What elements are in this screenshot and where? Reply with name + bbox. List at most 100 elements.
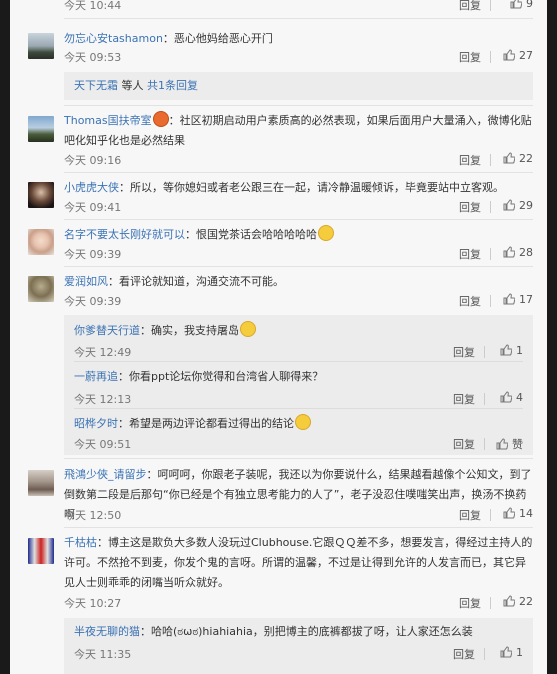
divider	[490, 509, 491, 521]
comment-time: 今天 10:44	[64, 0, 122, 12]
emoji-icon	[295, 414, 311, 430]
comment-text: ：所以，等你媳妇或者老公跟三在一起，请冷静温暖倾诉，毕竟要站中立客观。	[119, 181, 504, 194]
comment-user[interactable]: 天下无霜	[74, 79, 118, 92]
avatar[interactable]	[28, 116, 54, 142]
comment-item: 飛鴻少俠_请留步：呵呵呵，你跟老子装呢，我还以为你要说什么，结果越看越像个公知文…	[10, 464, 547, 526]
like-button[interactable]: 22	[495, 152, 533, 165]
comment-time: 今天 09:53	[64, 51, 122, 64]
comment-item: 千枯枯：博主这是欺负大多数人没玩过Clubhouse.它跟ＱＱ差不多，想要发言，…	[10, 532, 547, 674]
thumbs-up-icon	[503, 293, 515, 305]
comment-time: 今天 09:39	[64, 295, 122, 308]
avatar[interactable]	[28, 229, 54, 255]
divider	[490, 154, 491, 166]
avatar[interactable]	[28, 276, 54, 302]
divider	[64, 105, 533, 106]
comment-item: 勿忘心安tashamon：恶心他妈给恶心开门 今天 09:53 回复 27 天下…	[10, 28, 547, 104]
thumbs-up-icon	[500, 344, 512, 356]
reply-button[interactable]: 回复	[459, 0, 481, 13]
emoji-icon	[240, 321, 256, 337]
comment-item: 小虎虎大侠：所以，等你媳妇或者老公跟三在一起，请冷静温暖倾诉，毕竟要站中立客观。…	[10, 177, 547, 219]
reply-button[interactable]: 回复	[459, 595, 481, 611]
comment-user[interactable]: 千枯枯	[64, 536, 97, 549]
divider	[74, 361, 523, 362]
thumbs-up-icon	[500, 646, 512, 658]
reply-button[interactable]: 回复	[453, 344, 475, 360]
like-button[interactable]: 1	[485, 344, 523, 357]
comment-text: ：你看ppt论坛你觉得和台湾省人聊得来？	[118, 370, 324, 383]
reply-button[interactable]: 回复	[459, 246, 481, 262]
comment-time: 今天 10:27	[64, 597, 122, 610]
comment-time: 今天 12:50	[64, 509, 122, 522]
reply-button[interactable]: 回复	[453, 391, 475, 407]
divider	[490, 201, 491, 213]
divider	[490, 51, 491, 63]
avatar[interactable]	[28, 33, 54, 59]
divider	[64, 266, 533, 267]
reply-button[interactable]: 回复	[453, 436, 475, 452]
comment-user[interactable]: 半夜无聊的猫	[74, 625, 140, 638]
comment-item: 爱润如风：看评论就知道，沟通交流不可能。 今天 09:39 回复 17 你爹替天…	[10, 271, 547, 456]
reply-button[interactable]: 回复	[459, 293, 481, 309]
comment-user[interactable]: 爱润如风	[64, 275, 108, 288]
comment-user[interactable]: 你爹替天行道	[74, 324, 140, 337]
comment-user[interactable]: 飛鴻少俠_请留步	[64, 468, 147, 481]
comment-user[interactable]: 一蔚再追	[74, 370, 118, 383]
comment-user[interactable]: 昭桦夕时	[74, 417, 118, 430]
comment-time: 今天 09:41	[64, 201, 122, 214]
divider	[490, 295, 491, 307]
badge-icon	[152, 111, 169, 127]
divider	[64, 18, 533, 19]
divider	[64, 458, 533, 459]
avatar[interactable]	[28, 182, 54, 208]
reply-list: 半夜无聊的猫：哈哈(ಠωಠ)hiahiahia，别把博主的底裤都拔了呀，让人家还…	[64, 618, 533, 674]
thumbs-up-icon	[503, 595, 515, 607]
like-button[interactable]: 17	[495, 293, 533, 306]
divider	[490, 248, 491, 260]
like-button[interactable]: 22	[495, 595, 533, 608]
more-replies[interactable]: 天下无霜 等人 共1条回复	[64, 72, 533, 100]
comment-time: 今天 09:51	[74, 438, 132, 451]
like-button[interactable]: 14	[495, 507, 533, 520]
reply-button[interactable]: 回复	[459, 49, 481, 65]
comment-user[interactable]: 名字不要太长刚好就可以	[64, 228, 185, 241]
like-button[interactable]: 27	[495, 49, 533, 62]
like-button[interactable]: 29	[495, 199, 533, 212]
comment-text: ：确实，我支持屠岛	[140, 324, 239, 337]
comment-text: ：希望是两边评论都看过得出的结论	[118, 417, 294, 430]
comment-time: 今天 09:39	[64, 248, 122, 261]
comment-text: ：哈哈(ಠωಠ)hiahiahia，别把博主的底裤都拔了呀，让人家还怎么装	[140, 625, 473, 638]
thumbs-up-icon	[496, 438, 508, 450]
like-button[interactable]: 赞	[485, 436, 523, 452]
comment-item: 名字不要太长刚好就可以：恨国党茶话会哈哈哈哈哈 今天 09:39 回复 28	[10, 224, 547, 266]
comment-user[interactable]: 勿忘心安tashamon	[64, 32, 163, 45]
like-button[interactable]: 28	[495, 246, 533, 259]
divider	[64, 172, 533, 173]
thumbs-up-icon	[503, 152, 515, 164]
like-button[interactable]: 4	[485, 391, 523, 404]
divider	[490, 597, 491, 609]
comment-panel: 今天 10:44 回复 9 勿忘心安tashamon：恶心他妈给恶心开门 今天 …	[10, 0, 547, 674]
emoji-icon	[318, 225, 334, 241]
comment-text: ：看评论就知道，沟通交流不可能。	[108, 275, 284, 288]
comment-user[interactable]: Thomas国扶帝室	[64, 114, 152, 127]
reply-list: 你爹替天行道：确实，我支持屠岛 今天 12:49 回复 1 一蔚再追：你看ppt…	[64, 315, 533, 455]
reply-button[interactable]: 回复	[459, 199, 481, 215]
thumbs-up-icon	[503, 49, 515, 61]
comment-user[interactable]: 小虎虎大侠	[64, 181, 119, 194]
comment-time: 今天 12:13	[74, 393, 132, 406]
like-button[interactable]: 1	[485, 646, 523, 659]
comment-time: 今天 12:49	[74, 346, 132, 359]
reply-button[interactable]: 回复	[459, 507, 481, 523]
reply-button[interactable]: 回复	[459, 152, 481, 168]
divider	[64, 219, 533, 220]
view-replies-link[interactable]: 共1条回复	[147, 79, 198, 92]
like-button[interactable]: 9	[495, 0, 533, 10]
avatar[interactable]	[28, 538, 54, 564]
reply-item: 昭桦夕时：希望是两边评论都看过得出的结论	[74, 414, 523, 433]
divider	[74, 408, 523, 409]
thumbs-up-icon	[500, 391, 512, 403]
avatar[interactable]	[28, 470, 54, 496]
reply-item: 一蔚再追：你看ppt论坛你觉得和台湾省人聊得来？	[74, 368, 523, 386]
divider	[64, 527, 533, 528]
reply-button[interactable]: 回复	[453, 646, 475, 662]
